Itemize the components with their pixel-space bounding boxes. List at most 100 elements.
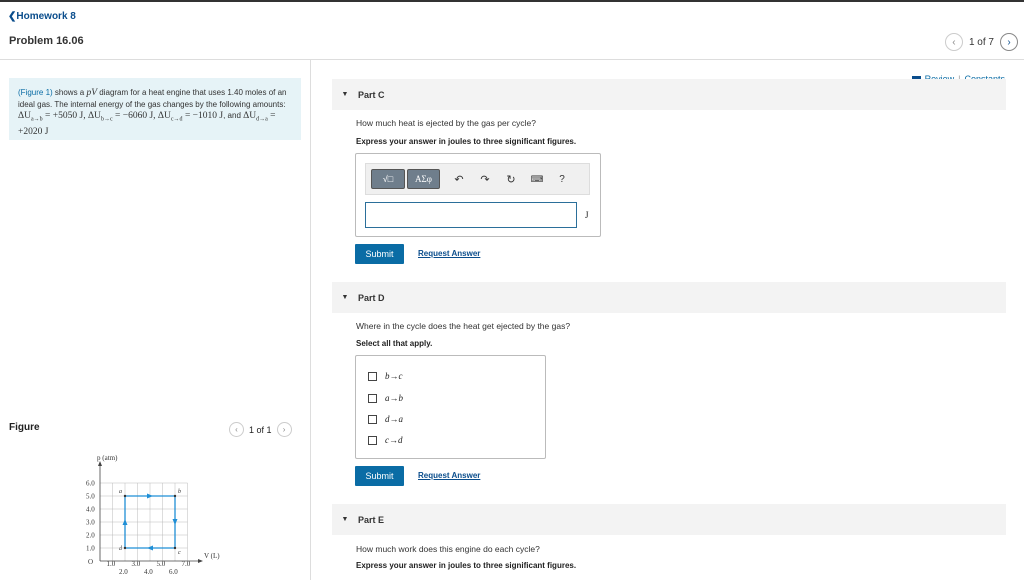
option-label: b→c bbox=[385, 371, 403, 381]
chevron-left-icon: ‹ bbox=[235, 425, 238, 434]
du-ab-sub: a→b bbox=[30, 116, 43, 123]
answer-input[interactable] bbox=[365, 202, 577, 228]
point-label-a: a bbox=[119, 489, 122, 495]
x-axis-label: V (L) bbox=[204, 552, 220, 560]
greek-symbols-button[interactable]: ΑΣφ bbox=[407, 169, 440, 189]
templates-button[interactable]: √□ bbox=[371, 169, 405, 189]
part-e-header[interactable]: ▼ Part E bbox=[332, 504, 1006, 535]
option-a-b[interactable]: a→b bbox=[368, 393, 403, 403]
problem-pager: ‹ 1 of 7 › bbox=[944, 33, 1018, 51]
point-label-c: c bbox=[178, 550, 181, 556]
x-tick-label: 2.0 bbox=[119, 568, 128, 576]
page-title: Problem 16.06 bbox=[9, 35, 84, 47]
keyboard-icon[interactable]: ⌨ bbox=[524, 174, 550, 185]
pv-symbol: pV bbox=[86, 88, 98, 98]
origin-label: O bbox=[88, 558, 93, 566]
du-cd-sub: c→d bbox=[170, 116, 183, 123]
option-label: c→d bbox=[385, 435, 403, 445]
collapse-triangle-icon: ▼ bbox=[341, 294, 349, 301]
y-tick-label: 2.0 bbox=[86, 532, 95, 540]
checkbox[interactable] bbox=[368, 371, 377, 381]
answer-unit: J bbox=[585, 210, 589, 220]
part-e-title: Part E bbox=[358, 514, 385, 525]
figure-pager-text: 1 of 1 bbox=[249, 424, 272, 435]
part-c-question: How much heat is ejected by the gas per … bbox=[356, 118, 537, 128]
cycle-point bbox=[173, 546, 177, 550]
redo-icon[interactable]: ↷ bbox=[472, 173, 498, 186]
next-figure-button[interactable]: › bbox=[276, 422, 292, 437]
y-tick-label: 4.0 bbox=[86, 506, 95, 514]
cycle-point bbox=[123, 494, 127, 498]
part-c-instruction: Express your answer in joules to three s… bbox=[356, 137, 577, 146]
du-bc: , ΔU bbox=[83, 111, 101, 121]
y-tick-label: 1.0 bbox=[86, 545, 95, 553]
cycle-point bbox=[123, 546, 127, 550]
undo-icon[interactable]: ↶ bbox=[446, 173, 472, 186]
part-d-question: Where in the cycle does the heat get eje… bbox=[356, 321, 571, 331]
cycle-point bbox=[173, 494, 177, 498]
x-axis-arrow bbox=[198, 559, 203, 563]
chevron-right-icon: › bbox=[282, 425, 286, 434]
option-d-a[interactable]: d→a bbox=[368, 414, 403, 424]
y-tick-label: 6.0 bbox=[86, 480, 95, 488]
part-c-answer-panel: √□ ΑΣφ ↶ ↷ ↻ ⌨ ? J bbox=[355, 153, 601, 237]
y-axis-label: p (atm) bbox=[97, 454, 118, 462]
x-tick-label: 4.0 bbox=[144, 568, 153, 576]
pager-text: 1 of 7 bbox=[968, 36, 994, 48]
templates-icon: √□ bbox=[382, 174, 394, 184]
chevron-right-icon: › bbox=[1007, 36, 1011, 48]
reset-icon[interactable]: ↻ bbox=[498, 173, 524, 186]
back-link[interactable]: ❮Homework 8 bbox=[8, 11, 76, 22]
part-d-title: Part D bbox=[358, 292, 385, 303]
prev-problem-button[interactable]: ‹ bbox=[944, 33, 963, 51]
pv-diagram: p (atm) V (L) O 6.05.04.03.02.01.0 1.0 3.… bbox=[86, 454, 220, 576]
help-icon[interactable]: ? bbox=[550, 174, 574, 185]
du-cd-value: = −1010 J bbox=[182, 111, 224, 121]
checkbox[interactable] bbox=[368, 414, 377, 424]
option-b-c[interactable]: b→c bbox=[368, 371, 403, 381]
du-ab-value: = +5050 J bbox=[42, 111, 84, 121]
option-label: d→a bbox=[385, 414, 403, 424]
intro-and: , and bbox=[223, 111, 244, 120]
part-c-header[interactable]: ▼ Part C bbox=[332, 79, 1006, 110]
option-c-d[interactable]: c→d bbox=[368, 435, 403, 445]
figure-pager: ‹ 1 of 1 › bbox=[229, 422, 292, 437]
option-label: a→b bbox=[385, 393, 403, 403]
checkbox[interactable] bbox=[368, 435, 377, 445]
du-cd: , ΔU bbox=[153, 111, 171, 121]
checkbox[interactable] bbox=[368, 393, 377, 403]
part-d-submit-button[interactable]: Submit bbox=[355, 466, 404, 486]
figure-label: Figure bbox=[9, 422, 40, 433]
chevron-left-icon: ‹ bbox=[952, 36, 956, 48]
part-e-question: How much work does this engine do each c… bbox=[356, 544, 540, 554]
greek-icon: ΑΣφ bbox=[415, 174, 432, 184]
part-d-options: b→c a→b d→a c→d bbox=[355, 355, 546, 459]
intro-text-1: shows a bbox=[52, 88, 87, 97]
figure-link[interactable]: (Figure 1) bbox=[18, 88, 53, 97]
x-tick-label: 6.0 bbox=[169, 568, 178, 576]
collapse-triangle-icon: ▼ bbox=[341, 91, 349, 98]
part-d-header[interactable]: ▼ Part D bbox=[332, 282, 1006, 313]
next-problem-button[interactable]: › bbox=[1000, 33, 1018, 51]
du-bc-value: = −6060 J bbox=[112, 111, 154, 121]
du-ab: ΔU bbox=[18, 111, 31, 121]
point-label-b: b bbox=[178, 489, 181, 495]
back-link-label: Homework 8 bbox=[16, 11, 76, 22]
y-tick-label: 5.0 bbox=[86, 493, 95, 501]
prev-figure-button[interactable]: ‹ bbox=[229, 422, 244, 437]
part-c-submit-button[interactable]: Submit bbox=[355, 244, 404, 264]
collapse-triangle-icon: ▼ bbox=[341, 516, 349, 523]
du-bc-sub: b→c bbox=[100, 116, 113, 123]
du-da-sub: d→a bbox=[256, 116, 268, 123]
part-d-request-answer-link[interactable]: Request Answer bbox=[418, 471, 480, 480]
column-divider bbox=[310, 60, 311, 580]
part-d-instruction: Select all that apply. bbox=[356, 339, 433, 348]
part-c-title: Part C bbox=[358, 89, 385, 100]
header-divider bbox=[0, 59, 1024, 60]
part-c-request-answer-link[interactable]: Request Answer bbox=[418, 249, 480, 258]
du-da: ΔU bbox=[243, 111, 257, 121]
y-tick-label: 3.0 bbox=[86, 519, 95, 527]
part-e-instruction: Express your answer in joules to three s… bbox=[356, 561, 577, 570]
point-label-d: d bbox=[119, 546, 123, 552]
top-border bbox=[0, 0, 1024, 2]
